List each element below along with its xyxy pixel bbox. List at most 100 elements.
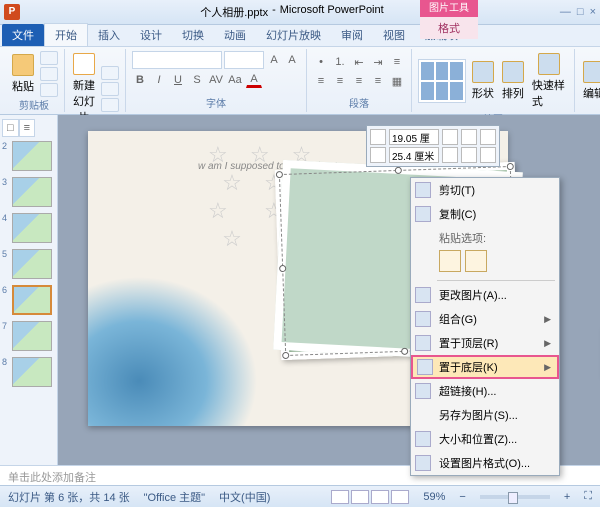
copy-icon — [415, 206, 431, 222]
indent-inc-button[interactable]: ⇥ — [370, 54, 386, 70]
thumbs-tab-outline[interactable]: ≡ — [19, 119, 35, 137]
copy-button[interactable] — [40, 67, 58, 81]
ctx-size-position[interactable]: 大小和位置(Z)... — [411, 427, 559, 451]
size-pos-icon — [415, 431, 431, 447]
ctx-hyperlink[interactable]: 超链接(H)... — [411, 379, 559, 403]
watercolor-art — [88, 276, 258, 426]
paste-button[interactable]: 粘贴 — [10, 52, 36, 96]
tab-animation[interactable]: 动画 — [214, 24, 256, 46]
size-mini-toolbar: 19.05 厘米 25.4 厘米 — [366, 125, 500, 167]
editing-button[interactable]: 编辑 — [581, 59, 600, 103]
bold-button[interactable]: B — [132, 72, 148, 88]
slide-canvas[interactable]: ☆ ☆ ☆ ☆ ☆☆ ☆ ☆ w am I supposed to live w… — [58, 115, 600, 465]
align-center-button[interactable]: ≡ — [332, 73, 348, 89]
tab-design[interactable]: 设计 — [130, 24, 172, 46]
cut-button[interactable] — [40, 51, 58, 65]
language-indicator[interactable]: 中文(中国) — [219, 489, 270, 505]
numbering-button[interactable]: 1. — [332, 54, 348, 70]
grow-font-button[interactable]: A — [266, 52, 282, 68]
rotate-mini[interactable] — [480, 147, 496, 163]
paste-opt-1[interactable] — [439, 250, 461, 272]
font-color-button[interactable]: A — [246, 72, 262, 88]
ctx-group[interactable]: 组合(G)▶ — [411, 307, 559, 331]
ctx-cut[interactable]: 剪切(T) — [411, 178, 559, 202]
align-mini[interactable] — [461, 147, 477, 163]
tab-slideshow[interactable]: 幻灯片放映 — [256, 24, 331, 46]
tab-view[interactable]: 视图 — [373, 24, 415, 46]
height-input[interactable]: 19.05 厘米 — [389, 129, 439, 145]
bring-forward-mini[interactable] — [461, 129, 477, 145]
ctx-change-picture[interactable]: 更改图片(A)... — [411, 283, 559, 307]
ctx-copy[interactable]: 复制(C) — [411, 202, 559, 226]
zoom-slider[interactable] — [480, 495, 550, 499]
italic-button[interactable]: I — [151, 72, 167, 88]
width-stepper[interactable] — [442, 147, 458, 163]
hyperlink-icon — [415, 383, 431, 399]
font-size-select[interactable] — [224, 51, 264, 69]
ctx-bring-front[interactable]: 置于顶层(R)▶ — [411, 331, 559, 355]
indent-dec-button[interactable]: ⇤ — [351, 54, 367, 70]
reset-button[interactable] — [101, 82, 119, 96]
slide-thumbnail[interactable]: 7 — [2, 321, 55, 351]
slide-thumbnail[interactable]: 2 — [2, 141, 55, 171]
fit-window-button[interactable]: ⛶ — [584, 490, 592, 503]
align-left-button[interactable]: ≡ — [313, 73, 329, 89]
shrink-font-button[interactable]: A — [284, 52, 300, 68]
title-bar: P 个人相册.pptx - Microsoft PowerPoint — □ × — [0, 0, 600, 25]
slide-thumbnail[interactable]: 6 — [2, 285, 55, 315]
tab-file[interactable]: 文件 — [2, 24, 44, 46]
shapes-button[interactable]: 形状 — [470, 59, 496, 103]
slide-thumbnail[interactable]: 3 — [2, 177, 55, 207]
tab-insert[interactable]: 插入 — [88, 24, 130, 46]
slide-thumbnail[interactable]: 5 — [2, 249, 55, 279]
group-clipboard: 粘贴 剪贴板 — [4, 49, 65, 112]
sorter-view-button[interactable] — [351, 490, 369, 504]
shapes-gallery[interactable] — [418, 59, 466, 103]
maximize-button[interactable]: □ — [577, 6, 584, 18]
ctx-save-as-picture[interactable]: 另存为图片(S)... — [411, 403, 559, 427]
thumbs-tab-slides[interactable]: □ — [2, 119, 19, 137]
zoom-out-button[interactable]: − — [459, 491, 465, 503]
send-backward-mini[interactable] — [480, 129, 496, 145]
tab-transition[interactable]: 切换 — [172, 24, 214, 46]
zoom-in-button[interactable]: + — [564, 491, 570, 503]
ctx-format-picture[interactable]: 设置图片格式(O)... — [411, 451, 559, 475]
normal-view-button[interactable] — [331, 490, 349, 504]
arrange-button[interactable]: 排列 — [500, 59, 526, 103]
columns-button[interactable]: ▦ — [389, 73, 405, 89]
paste-opt-2[interactable] — [465, 250, 487, 272]
height-stepper[interactable] — [442, 129, 458, 145]
layout-button[interactable] — [101, 66, 119, 80]
underline-button[interactable]: U — [170, 72, 186, 88]
send-back-icon — [417, 359, 433, 375]
format-painter-button[interactable] — [40, 83, 58, 97]
tab-home[interactable]: 开始 — [44, 23, 88, 46]
group-font: A A B I U S AV Aa A 字体 — [126, 49, 307, 112]
close-button[interactable]: × — [590, 6, 596, 18]
section-button[interactable] — [101, 98, 119, 112]
tab-format[interactable]: 格式 — [420, 17, 478, 39]
spacing-button[interactable]: Aa — [227, 72, 243, 88]
view-buttons — [331, 490, 409, 504]
minimize-button[interactable]: — — [560, 6, 571, 18]
strike-button[interactable]: S — [189, 72, 205, 88]
format-pic-icon — [415, 455, 431, 471]
align-right-button[interactable]: ≡ — [351, 73, 367, 89]
slide-thumbnail[interactable]: 4 — [2, 213, 55, 243]
zoom-level[interactable]: 59% — [423, 491, 445, 503]
thumb-preview — [12, 249, 52, 279]
slide-thumbnail[interactable]: 8 — [2, 357, 55, 387]
slideshow-view-button[interactable] — [391, 490, 409, 504]
ctx-send-back[interactable]: 置于底层(K)▶ — [411, 355, 559, 379]
thumb-preview — [12, 357, 52, 387]
line-spacing-button[interactable]: ≡ — [389, 54, 405, 70]
quick-styles-button[interactable]: 快速样式 — [530, 51, 568, 111]
reading-view-button[interactable] — [371, 490, 389, 504]
tab-review[interactable]: 审阅 — [331, 24, 373, 46]
bullets-button[interactable]: • — [313, 54, 329, 70]
width-input[interactable]: 25.4 厘米 — [389, 147, 439, 163]
justify-button[interactable]: ≡ — [370, 73, 386, 89]
shadow-button[interactable]: AV — [208, 72, 224, 88]
contextual-tab-group: 图片工具 格式 — [420, 0, 478, 39]
font-family-select[interactable] — [132, 51, 222, 69]
